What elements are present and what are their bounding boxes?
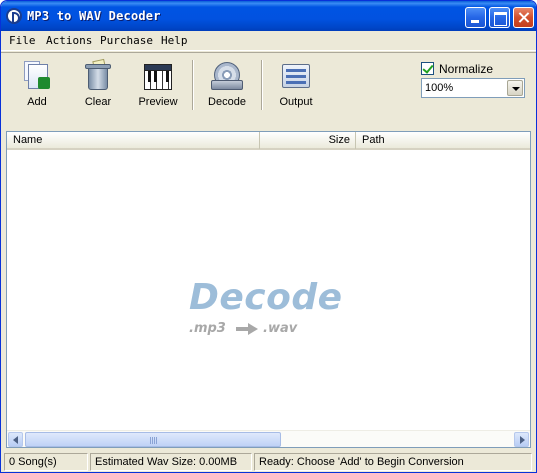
column-header-path[interactable]: Path [356, 132, 530, 149]
scroll-thumb[interactable] [25, 432, 281, 447]
menu-actions[interactable]: Actions [46, 34, 92, 47]
menu-bar: File Actions Purchase Help [1, 31, 536, 51]
status-message: Ready: Choose 'Add' to Begin Conversion [254, 453, 532, 471]
column-header-name[interactable]: Name [7, 132, 260, 149]
decode-button[interactable]: Decode [199, 60, 255, 120]
toolbar-separator [192, 60, 194, 110]
window-title: MP3 to WAV Decoder [27, 9, 161, 23]
scroll-right-icon[interactable] [514, 432, 529, 447]
normalize-level-select[interactable]: 100% [421, 78, 525, 98]
add-button[interactable]: Add [9, 60, 65, 120]
status-bar: 0 Song(s) Estimated Wav Size: 0.00MB Rea… [1, 451, 536, 472]
app-logo-icon[interactable] [6, 8, 22, 24]
horizontal-scrollbar[interactable] [7, 430, 530, 447]
app-window: MP3 to WAV Decoder File Actions Purchase… [0, 0, 537, 473]
title-bar[interactable]: MP3 to WAV Decoder [1, 1, 536, 31]
grip-icon [150, 437, 158, 444]
status-estimated-size: Estimated Wav Size: 0.00MB [90, 453, 252, 471]
menu-purchase[interactable]: Purchase [100, 34, 153, 47]
column-header-size[interactable]: Size [260, 132, 356, 149]
output-button-label: Output [279, 96, 313, 108]
trash-bin-icon [82, 58, 114, 92]
normalize-checkbox[interactable] [421, 62, 434, 75]
menu-file[interactable]: File [9, 34, 36, 47]
preview-button[interactable]: Preview [130, 60, 186, 120]
watermark-to-format: .wav [263, 321, 298, 336]
chevron-down-icon[interactable] [507, 80, 523, 96]
output-settings-icon [280, 60, 312, 92]
scroll-left-icon[interactable] [8, 432, 23, 447]
list-header: Name Size Path [7, 132, 530, 150]
status-song-count: 0 Song(s) [4, 453, 88, 471]
normalize-label[interactable]: Normalize [439, 62, 493, 76]
clear-button-label: Clear [84, 96, 112, 108]
piano-keyboard-icon [142, 60, 174, 92]
close-button[interactable] [513, 7, 534, 28]
disc-decode-icon [211, 60, 243, 92]
decode-button-label: Decode [208, 96, 246, 108]
add-button-label: Add [27, 96, 47, 108]
song-list[interactable]: Name Size Path Decode .mp3 .wav [6, 131, 531, 448]
watermark-from-format: .mp3 [189, 321, 226, 336]
normalize-level-value: 100% [425, 82, 454, 94]
clear-button[interactable]: Clear [70, 58, 126, 120]
preview-button-label: Preview [138, 96, 178, 108]
output-button[interactable]: Output [268, 60, 324, 120]
add-files-icon [21, 60, 53, 92]
menu-help[interactable]: Help [161, 34, 188, 47]
maximize-button[interactable] [489, 7, 510, 28]
watermark-title: Decode [189, 277, 343, 318]
toolbar-separator [261, 60, 263, 110]
minimize-button[interactable] [465, 7, 486, 28]
arrow-right-icon [236, 323, 258, 335]
